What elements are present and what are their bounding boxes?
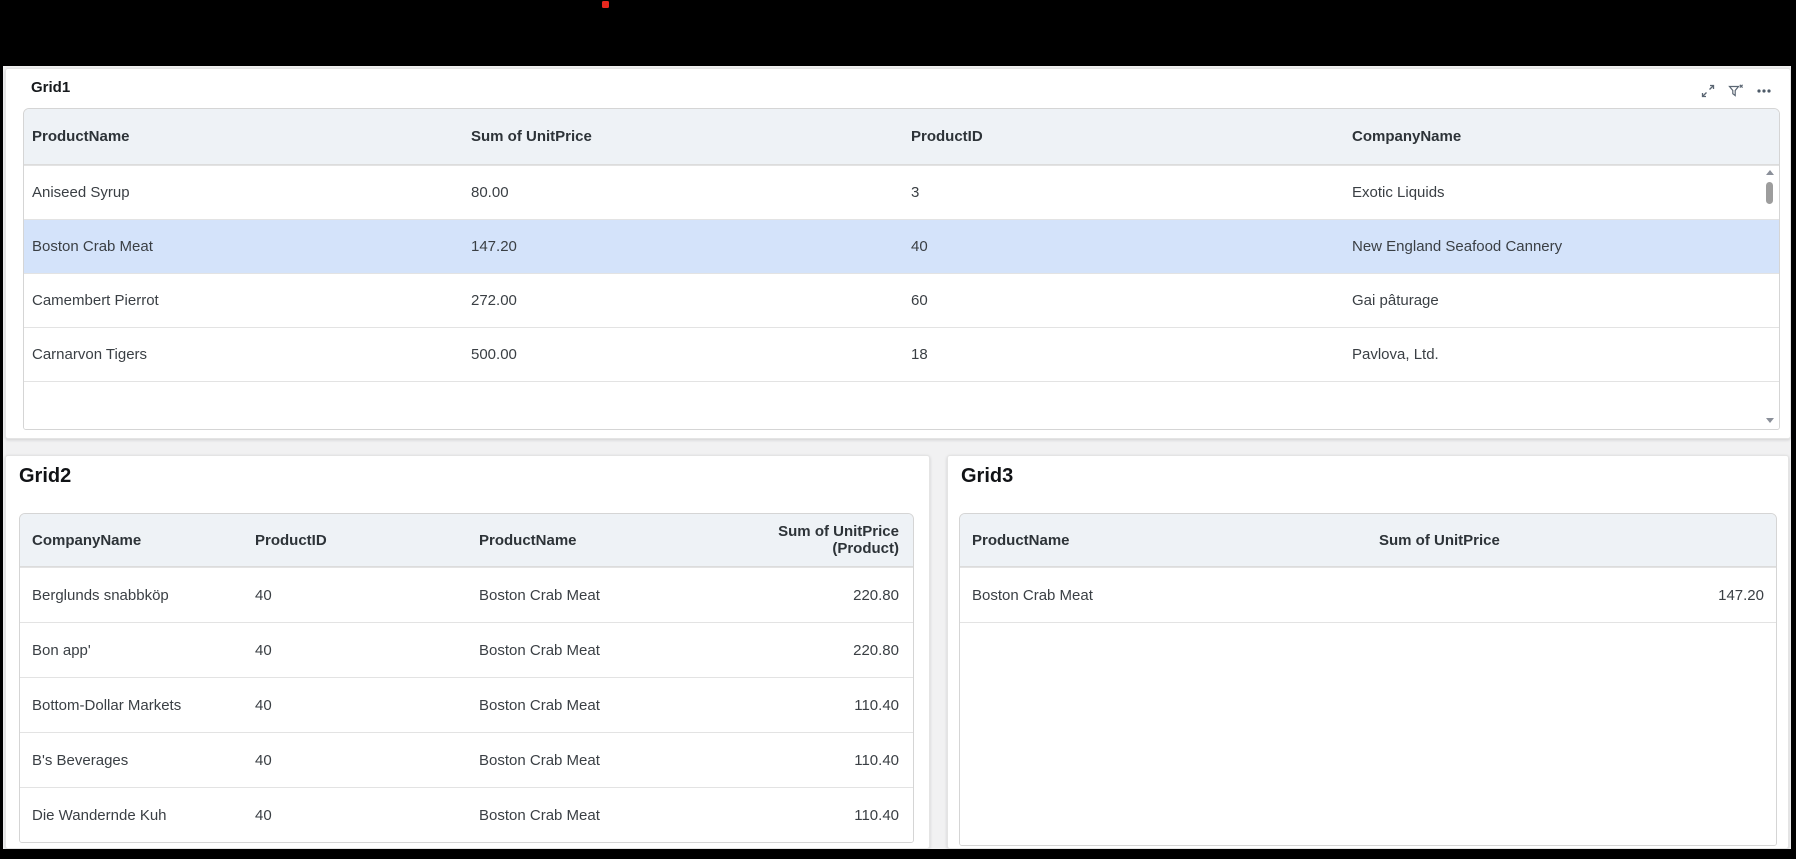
- cell-sum: 147.20: [1718, 586, 1764, 604]
- grid2-header-row: CompanyName ProductID ProductName Sum of…: [20, 514, 913, 567]
- cell-companyname: New England Seafood Cannery: [1352, 238, 1563, 255]
- grid1-toolbar: [1700, 83, 1772, 99]
- grid3-header-productname[interactable]: ProductName: [960, 532, 1367, 549]
- cell-companyname: Gai pâturage: [1352, 292, 1439, 309]
- expand-icon[interactable]: [1700, 83, 1716, 99]
- cell-sum: 220.80: [853, 586, 899, 604]
- cell-sum: 220.80: [853, 641, 899, 659]
- table-row[interactable]: Bon app' 40 Boston Crab Meat 220.80: [20, 622, 913, 677]
- grid3-panel: Grid3 ProductName Sum of UnitPrice Bosto…: [947, 455, 1789, 849]
- grid2-header-sum-of-unitprice-product[interactable]: Sum of UnitPrice (Product): [697, 523, 913, 557]
- grid3-header-row: ProductName Sum of UnitPrice: [960, 514, 1776, 567]
- cell-productname: Boston Crab Meat: [479, 641, 600, 659]
- table-row[interactable]: B's Beverages 40 Boston Crab Meat 110.40: [20, 732, 913, 787]
- table-row[interactable]: Berglunds snabbköp 40 Boston Crab Meat 2…: [20, 567, 913, 622]
- grid1-header-sum-of-unitprice[interactable]: Sum of UnitPrice: [463, 128, 903, 145]
- grid3-empty-area: [960, 622, 1776, 845]
- table-row[interactable]: Aniseed Syrup 80.00 3 Exotic Liquids: [24, 165, 1779, 219]
- cell-productname: Boston Crab Meat: [972, 586, 1093, 604]
- cell-productname: Aniseed Syrup: [32, 184, 130, 201]
- grid3-table: ProductName Sum of UnitPrice Boston Crab…: [959, 513, 1777, 846]
- cell-productid: 40: [255, 696, 272, 714]
- cell-sum-of-unitprice: 500.00: [471, 346, 517, 363]
- grid2-title: Grid2: [19, 465, 72, 487]
- grid1-header-companyname[interactable]: CompanyName: [1344, 128, 1779, 145]
- cell-sum-of-unitprice: 80.00: [471, 184, 509, 201]
- scroll-down-icon[interactable]: [1766, 418, 1774, 423]
- table-row[interactable]: Carnarvon Tigers 500.00 18 Pavlova, Ltd.: [24, 327, 1779, 381]
- cell-sum: 110.40: [854, 806, 899, 824]
- cell-productid: 40: [255, 806, 272, 824]
- cell-productname: Boston Crab Meat: [32, 238, 153, 255]
- cell-companyname: Pavlova, Ltd.: [1352, 346, 1439, 363]
- vertical-scrollbar[interactable]: [1762, 166, 1778, 428]
- grid1-table: ProductName Sum of UnitPrice ProductID C…: [23, 108, 1780, 430]
- grid2-header-productid[interactable]: ProductID: [243, 532, 467, 549]
- grid1-title: Grid1: [31, 79, 71, 96]
- grid2-header-companyname[interactable]: CompanyName: [20, 532, 243, 549]
- grid1-panel: Grid1 ProductName Sum of UnitPrice Produ…: [5, 68, 1791, 439]
- cell-companyname: Die Wandernde Kuh: [32, 806, 167, 824]
- cell-sum-of-unitprice: 272.00: [471, 292, 517, 309]
- cell-companyname: Berglunds snabbköp: [32, 586, 169, 604]
- red-indicator-dot: [602, 1, 609, 8]
- table-row[interactable]: Camembert Pierrot 272.00 60 Gai pâturage: [24, 273, 1779, 327]
- cell-productid: 40: [255, 641, 272, 659]
- cell-sum: 110.40: [854, 696, 899, 714]
- cell-productid: 40: [255, 586, 272, 604]
- clear-filter-icon[interactable]: [1728, 83, 1744, 99]
- cell-productid: 60: [911, 292, 928, 309]
- cell-companyname: Bon app': [32, 641, 91, 659]
- table-row[interactable]: Boston Crab Meat 147.20: [960, 567, 1776, 622]
- cell-sum: 110.40: [854, 751, 899, 769]
- cell-sum-of-unitprice: 147.20: [471, 238, 517, 255]
- cell-companyname: Bottom-Dollar Markets: [32, 696, 182, 714]
- table-row[interactable]: Bottom-Dollar Markets 40 Boston Crab Mea…: [20, 677, 913, 732]
- cell-companyname: Exotic Liquids: [1352, 184, 1445, 201]
- cell-productid: 40: [911, 238, 928, 255]
- cell-productid: 40: [255, 751, 272, 769]
- cell-productname: Boston Crab Meat: [479, 696, 600, 714]
- grid1-header-productid[interactable]: ProductID: [903, 128, 1344, 145]
- table-row-partial[interactable]: [24, 381, 1779, 429]
- grid1-header-row: ProductName Sum of UnitPrice ProductID C…: [24, 109, 1779, 165]
- cell-productname: Camembert Pierrot: [32, 292, 159, 309]
- cell-productname: Boston Crab Meat: [479, 806, 600, 824]
- cell-productname: Boston Crab Meat: [479, 586, 600, 604]
- grid1-header-productname[interactable]: ProductName: [24, 128, 463, 145]
- grid2-header-productname[interactable]: ProductName: [467, 532, 697, 549]
- cell-productname: Carnarvon Tigers: [32, 346, 148, 363]
- cell-productname: Boston Crab Meat: [479, 751, 600, 769]
- table-row[interactable]: Die Wandernde Kuh 40 Boston Crab Meat 11…: [20, 787, 913, 842]
- cell-companyname: B's Beverages: [32, 751, 129, 769]
- cell-productid: 3: [911, 184, 920, 201]
- table-row-selected[interactable]: Boston Crab Meat 147.20 40 New England S…: [24, 219, 1779, 273]
- grid2-table: CompanyName ProductID ProductName Sum of…: [19, 513, 914, 843]
- grid3-header-sum-of-unitprice[interactable]: Sum of UnitPrice: [1367, 532, 1776, 549]
- scrollbar-thumb[interactable]: [1766, 182, 1773, 204]
- dashboard-canvas: Grid1 ProductName Sum of UnitPrice Produ…: [3, 66, 1791, 849]
- cell-productid: 18: [911, 346, 928, 363]
- grid3-title: Grid3: [961, 465, 1014, 487]
- more-options-icon[interactable]: [1756, 83, 1772, 99]
- grid2-panel: Grid2 CompanyName ProductID ProductName …: [5, 455, 930, 849]
- scroll-up-icon[interactable]: [1766, 170, 1774, 175]
